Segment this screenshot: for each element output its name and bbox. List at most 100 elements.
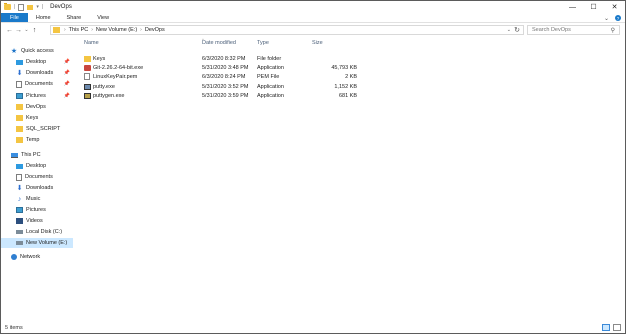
nav-item-documents[interactable]: Documents 📌 (1, 79, 73, 89)
expand-ribbon-button[interactable]: ⌄ (604, 15, 609, 22)
desktop-icon (16, 163, 23, 169)
nav-item-pc-pictures[interactable]: Pictures (1, 205, 73, 215)
minimize-button[interactable]: — (562, 1, 583, 13)
help-icon[interactable]: ? (615, 15, 621, 21)
item-count: 5 items (5, 325, 23, 331)
column-header-type[interactable]: Type (257, 40, 269, 46)
pin-icon[interactable]: 📌 (64, 70, 70, 76)
file-name: putty.exe (93, 84, 115, 90)
pin-icon[interactable]: 📌 (64, 81, 70, 87)
nav-item-label: Documents (25, 174, 53, 180)
navigation-bar: ← → ⌄ ↑ › This PC › New Volume (E:) › De… (1, 23, 625, 37)
breadcrumb-this-pc[interactable]: This PC (69, 27, 89, 33)
tab-file[interactable]: File (1, 13, 28, 22)
breadcrumb-new-volume[interactable]: New Volume (E:) (96, 27, 137, 33)
pictures-icon (16, 207, 23, 213)
nav-item-label: Desktop (26, 59, 47, 65)
table-row[interactable]: Git-2.26.2-64-bit.exe 5/31/2020 3:48 PM … (76, 64, 406, 73)
column-header-name[interactable]: Name (84, 40, 99, 46)
table-row[interactable]: LinuxKeyPair.pem 6/3/2020 8:24 PM PEM Fi… (76, 73, 406, 82)
file-type: Application (257, 65, 284, 71)
music-icon: ♪ (17, 195, 22, 203)
file-explorer-window: | ▾ | DevOps — ☐ ✕ File Home Share View … (0, 0, 626, 334)
nav-item-devops[interactable]: DevOps (1, 102, 73, 112)
folder-icon (84, 56, 91, 62)
table-row[interactable]: Keys 6/3/2020 8:32 PM File folder (76, 55, 406, 64)
toolbar-separator: | (41, 4, 44, 10)
nav-item-pc-music[interactable]: ♪ Music (1, 194, 73, 204)
file-size: 2 KB (345, 74, 357, 80)
file-date: 5/31/2020 3:52 PM (202, 84, 249, 90)
nav-this-pc[interactable]: This PC (1, 150, 73, 160)
nav-item-pictures[interactable]: Pictures 📌 (1, 91, 73, 101)
nav-item-local-disk-c[interactable]: Local Disk (C:) (1, 227, 73, 237)
column-header-size[interactable]: Size (312, 40, 323, 46)
back-button[interactable]: ← (5, 25, 14, 35)
customize-toolbar-dropdown[interactable]: ▾ (36, 4, 39, 10)
folder-icon (53, 27, 60, 33)
breadcrumb-devops[interactable]: DevOps (145, 27, 165, 33)
nav-item-pc-downloads[interactable]: ⬇ Downloads (1, 183, 73, 193)
folder-icon (16, 104, 23, 110)
up-button[interactable]: ↑ (30, 25, 39, 35)
view-switcher (602, 324, 621, 331)
search-input[interactable] (532, 27, 602, 33)
recent-locations-dropdown[interactable]: ⌄ (23, 25, 30, 35)
nav-network[interactable]: Network (1, 252, 73, 262)
nav-quick-access[interactable]: ★ Quick access (1, 46, 73, 56)
nav-item-label: Downloads (26, 185, 54, 191)
pin-icon[interactable]: 📌 (64, 59, 70, 65)
file-type: Application (257, 84, 284, 90)
nav-item-sql-script[interactable]: SQL_SCRIPT (1, 124, 73, 134)
window-controls: — ☐ ✕ (562, 1, 625, 13)
nav-item-label: Videos (26, 218, 43, 224)
nav-item-desktop[interactable]: Desktop 📌 (1, 57, 73, 67)
nav-item-downloads[interactable]: ⬇ Downloads 📌 (1, 68, 73, 78)
properties-icon[interactable] (18, 3, 25, 11)
tab-home[interactable]: Home (28, 13, 59, 22)
table-row[interactable]: puttygen.exe 5/31/2020 3:59 PM Applicati… (76, 92, 406, 101)
nav-item-label: Temp (26, 137, 40, 143)
file-name: puttygen.exe (93, 93, 125, 99)
nav-item-pc-documents[interactable]: Documents (1, 172, 73, 182)
file-date: 6/3/2020 8:24 PM (202, 74, 246, 80)
file-date: 5/31/2020 3:48 PM (202, 65, 249, 71)
maximize-button[interactable]: ☐ (583, 1, 604, 13)
file-size: 45,793 KB (331, 65, 357, 71)
forward-button[interactable]: → (14, 25, 23, 35)
refresh-button[interactable]: ↻ (514, 26, 520, 34)
large-icons-view-icon[interactable] (613, 324, 621, 331)
close-button[interactable]: ✕ (604, 1, 625, 13)
address-history-dropdown[interactable]: ⌄ (507, 27, 511, 33)
pictures-icon (16, 93, 23, 99)
file-type: PEM File (257, 74, 280, 80)
details-view-icon[interactable] (602, 324, 610, 331)
status-bar: 5 items (1, 323, 625, 333)
search-box[interactable]: ⚲ (527, 25, 620, 35)
pin-icon[interactable]: 📌 (64, 93, 70, 99)
tab-share[interactable]: Share (59, 13, 90, 22)
nav-item-label: DevOps (26, 104, 46, 110)
nav-item-temp[interactable]: Temp (1, 135, 73, 145)
download-icon: ⬇ (16, 70, 23, 77)
new-folder-icon[interactable] (27, 4, 34, 10)
puttygen-icon (84, 93, 91, 99)
address-bar[interactable]: › This PC › New Volume (E:) › DevOps ⌄ ↻ (50, 25, 524, 35)
desktop-icon (16, 59, 23, 65)
window-title: DevOps (50, 4, 72, 10)
file-size: 681 KB (338, 93, 357, 99)
network-icon (11, 254, 17, 260)
nav-item-label: Keys (26, 115, 39, 121)
tab-view[interactable]: View (89, 13, 117, 22)
title-bar: | ▾ | DevOps — ☐ ✕ (1, 1, 625, 13)
nav-item-keys[interactable]: Keys (1, 113, 73, 123)
search-icon[interactable]: ⚲ (611, 27, 615, 34)
folder-icon (16, 126, 23, 132)
table-row[interactable]: putty.exe 5/31/2020 3:52 PM Application … (76, 83, 406, 92)
nav-item-pc-desktop[interactable]: Desktop (1, 161, 73, 171)
document-icon (16, 80, 22, 88)
column-header-date-modified[interactable]: Date modified (202, 40, 236, 46)
nav-item-new-volume-e[interactable]: New Volume (E:) (1, 238, 73, 248)
nav-item-pc-videos[interactable]: Videos (1, 216, 73, 226)
videos-icon (16, 218, 23, 224)
